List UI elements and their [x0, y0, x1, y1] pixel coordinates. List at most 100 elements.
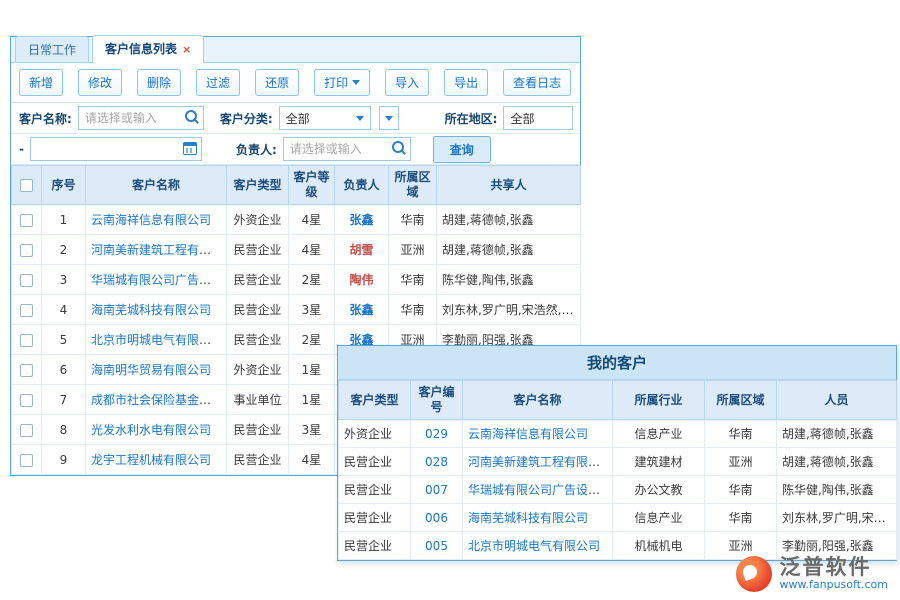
filter-row-1: 客户名称: 客户分类: 全部 所在地区: 全部 — [11, 103, 580, 134]
people-cell: 陈华健,陶伟,张鑫 — [777, 476, 897, 504]
customer-code-link[interactable]: 028 — [425, 455, 448, 469]
customer-name-link[interactable]: 北京市明城电气有限公司 — [91, 333, 223, 347]
header-customer-name: 客户名称 — [86, 166, 227, 205]
filter-button[interactable]: 过滤 — [196, 69, 240, 96]
district-select[interactable]: 全部 — [503, 106, 573, 130]
tab-daily-work[interactable]: 日常工作 — [15, 36, 89, 62]
customer-type-cell: 民营企业 — [227, 295, 289, 325]
category-label: 客户分类: — [220, 110, 273, 127]
customer-code-link[interactable]: 005 — [425, 539, 448, 553]
customer-name-link[interactable]: 华瑞城有限公司广告设计部 — [468, 483, 612, 497]
customer-type-cell: 民营企业 — [339, 448, 411, 476]
customer-name-label: 客户名称: — [19, 110, 72, 127]
customer-name-link[interactable]: 河南美新建筑工程有限公司 — [468, 455, 612, 469]
chevron-down-icon — [356, 116, 364, 121]
shared-people-cell: 陈华健,陶伟,张鑫 — [437, 265, 581, 295]
modify-button[interactable]: 修改 — [78, 69, 122, 96]
export-button[interactable]: 导出 — [444, 69, 488, 96]
import-button[interactable]: 导入 — [385, 69, 429, 96]
customer-name-link[interactable]: 河南美新建筑工程有限公司 — [91, 243, 227, 257]
row-number: 1 — [42, 205, 86, 235]
row-checkbox[interactable] — [20, 454, 33, 467]
query-button[interactable]: 查询 — [433, 136, 491, 163]
row-checkbox[interactable] — [20, 424, 33, 437]
customer-type-cell: 外资企业 — [227, 355, 289, 385]
row-checkbox[interactable] — [20, 214, 33, 227]
owner-link[interactable]: 陶伟 — [349, 273, 373, 287]
my-customers-title: 我的客户 — [338, 346, 896, 380]
table-row[interactable]: 4 海南芜城科技有限公司 民营企业 3星 张鑫 华南 刘东林,罗广明,宋浩然,张… — [12, 295, 581, 325]
customer-name-link[interactable]: 成都市社会保险基金管理... — [91, 393, 227, 407]
category-select[interactable]: 全部 — [279, 106, 371, 130]
restore-button[interactable]: 还原 — [255, 69, 299, 96]
row-checkbox[interactable] — [20, 394, 33, 407]
customer-code-link[interactable]: 029 — [425, 427, 448, 441]
table-row[interactable]: 3 华瑞城有限公司广告设计部 民营企业 2星 陶伟 华南 陈华健,陶伟,张鑫 — [12, 265, 581, 295]
customer-level-cell: 3星 — [289, 295, 335, 325]
row-number: 4 — [42, 295, 86, 325]
row-number: 2 — [42, 235, 86, 265]
customer-name-link[interactable]: 海南芜城科技有限公司 — [91, 303, 211, 317]
header-people: 人员 — [777, 381, 897, 420]
row-checkbox[interactable] — [20, 334, 33, 347]
row-checkbox[interactable] — [20, 274, 33, 287]
customer-name-link[interactable]: 华瑞城有限公司广告设计部 — [91, 273, 227, 287]
customer-level-cell: 4星 — [289, 235, 335, 265]
owner-link[interactable]: 胡雪 — [349, 243, 373, 257]
table-row[interactable]: 2 河南美新建筑工程有限公司 民营企业 4星 胡雪 亚洲 胡建,蒋德帧,张鑫 — [12, 235, 581, 265]
customer-name-link[interactable]: 海南芜城科技有限公司 — [468, 511, 588, 525]
table-row[interactable]: 民营企业 006 海南芜城科技有限公司 信息产业 华南 刘东林,罗广明,宋浩然,… — [339, 504, 897, 532]
delete-button[interactable]: 删除 — [137, 69, 181, 96]
table-header-row: 序号 客户名称 客户类型 客户等级 负责人 所属区域 共享人 — [12, 166, 581, 205]
date-dash-label: - — [19, 142, 24, 156]
view-log-button[interactable]: 查看日志 — [503, 69, 571, 96]
customer-name-link[interactable]: 海南明华贸易有限公司 — [91, 363, 211, 377]
add-button[interactable]: 新增 — [19, 69, 63, 96]
row-checkbox[interactable] — [20, 244, 33, 257]
customer-name-link[interactable]: 光发水利水电有限公司 — [91, 423, 211, 437]
category-dropdown-button[interactable] — [379, 106, 399, 130]
date-input[interactable] — [30, 137, 202, 161]
toolbar: 新增 修改 删除 过滤 还原 打印 导入 导出 查看日志 — [11, 63, 580, 103]
customer-code-link[interactable]: 007 — [425, 483, 448, 497]
print-button[interactable]: 打印 — [314, 69, 370, 96]
calendar-icon[interactable] — [183, 142, 198, 157]
customer-name-link[interactable]: 龙宇工程机械有限公司 — [91, 453, 211, 467]
district-label: 所在地区: — [445, 110, 498, 127]
header-customer-name: 客户名称 — [463, 381, 613, 420]
select-all-header — [12, 166, 42, 205]
row-checkbox[interactable] — [20, 364, 33, 377]
owner-link[interactable]: 张鑫 — [349, 213, 373, 227]
table-row[interactable]: 民营企业 028 河南美新建筑工程有限公司 建筑建材 亚洲 胡建,蒋德帧,张鑫 — [339, 448, 897, 476]
table-row[interactable]: 1 云南海祥信息有限公司 外资企业 4星 张鑫 华南 胡建,蒋德帧,张鑫 — [12, 205, 581, 235]
my-customers-body: 外资企业 029 云南海祥信息有限公司 信息产业 华南 胡建,蒋德帧,张鑫 民营… — [339, 420, 897, 560]
customer-level-cell: 4星 — [289, 445, 335, 475]
owner-field — [283, 137, 411, 161]
customer-code-link[interactable]: 006 — [425, 511, 448, 525]
table-row[interactable]: 民营企业 007 华瑞城有限公司广告设计部 办公文教 华南 陈华健,陶伟,张鑫 — [339, 476, 897, 504]
customer-type-cell: 民营企业 — [227, 415, 289, 445]
customer-name-link[interactable]: 云南海祥信息有限公司 — [468, 427, 588, 441]
region-cell: 华南 — [705, 504, 777, 532]
search-icon[interactable] — [185, 110, 200, 125]
customer-level-cell: 2星 — [289, 325, 335, 355]
search-icon[interactable] — [392, 141, 407, 156]
industry-cell: 信息产业 — [613, 504, 705, 532]
customer-name-link[interactable]: 云南海祥信息有限公司 — [91, 213, 211, 227]
close-tab-icon[interactable]: × — [182, 43, 191, 56]
select-all-checkbox[interactable] — [20, 179, 33, 192]
row-number: 7 — [42, 385, 86, 415]
people-cell: 胡建,蒋德帧,张鑫 — [777, 420, 897, 448]
vendor-branding: 泛普软件 www.fanpusoft.com — [736, 555, 888, 592]
customer-type-cell: 事业单位 — [227, 385, 289, 415]
fanpu-logo-icon — [736, 556, 772, 592]
tab-customer-list[interactable]: 客户信息列表× — [92, 35, 204, 63]
row-checkbox[interactable] — [20, 304, 33, 317]
people-cell: 刘东林,罗广明,宋浩然,张鑫 — [777, 504, 897, 532]
industry-cell: 机械机电 — [613, 532, 705, 560]
customer-name-link[interactable]: 北京市明城电气有限公司 — [468, 539, 600, 553]
customer-type-cell: 外资企业 — [227, 205, 289, 235]
table-row[interactable]: 外资企业 029 云南海祥信息有限公司 信息产业 华南 胡建,蒋德帧,张鑫 — [339, 420, 897, 448]
region-cell: 华南 — [389, 205, 437, 235]
owner-link[interactable]: 张鑫 — [349, 303, 373, 317]
